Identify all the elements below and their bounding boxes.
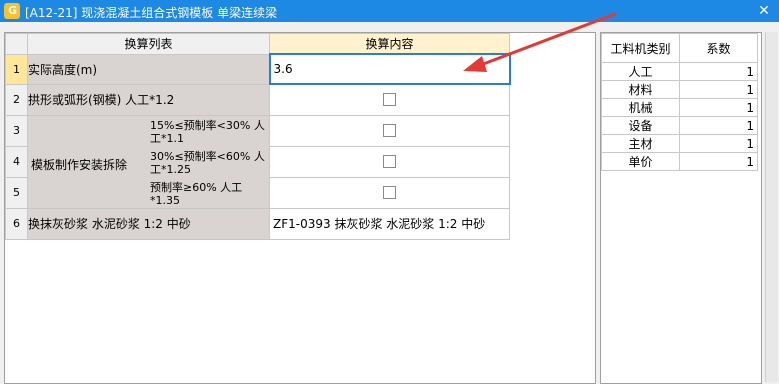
arch-checkbox-cell[interactable]: [269, 83, 510, 116]
prefab-rate-60-line2: *1.35: [150, 193, 180, 207]
row-number[interactable]: 3: [5, 114, 28, 147]
mortar-replacement-value[interactable]: ZF1-0393 抹灰砂浆 水泥砂浆 1:2 中砂: [271, 217, 485, 231]
app-logo-icon: G: [4, 3, 20, 19]
formwork-group-label: 模板制作安装拆除: [31, 157, 128, 172]
conversion-name: 实际高度(m): [27, 53, 270, 85]
category-cell: 单价: [601, 152, 680, 171]
prefab-15-checkbox[interactable]: [383, 124, 396, 137]
row-number[interactable]: 2: [5, 83, 28, 116]
row-number[interactable]: 1: [5, 53, 28, 85]
coefficient-value[interactable]: 1: [679, 134, 758, 153]
row-number[interactable]: 5: [5, 176, 28, 209]
prefab-rate-15-line2: 工*1.1: [150, 131, 184, 145]
formwork-group-cell: 模板制作安装拆除 15%≤预制率<30% 人 工*1.1 30%≤预制率<60%…: [27, 114, 270, 209]
actual-height-value[interactable]: 3.6: [272, 62, 293, 76]
close-button[interactable]: ✕: [755, 2, 773, 20]
row-number-header: [5, 33, 28, 55]
prefab-15-checkbox-cell[interactable]: [269, 114, 510, 147]
coefficient-value[interactable]: 1: [679, 98, 758, 117]
category-header[interactable]: 工料机类别: [601, 33, 680, 63]
conversion-content-header[interactable]: 换算内容: [269, 33, 510, 55]
conversion-list-header[interactable]: 换算列表: [27, 33, 270, 55]
coefficient-value[interactable]: 1: [679, 116, 758, 135]
arch-checkbox[interactable]: [383, 93, 396, 107]
prefab-rate-30-label: 30%≤预制率<60% 人 工*1.25: [150, 150, 265, 176]
vertical-scrollbar[interactable]: [765, 32, 778, 382]
title-bar: G [A12-21] 现浇混凝土组合式钢模板 单梁连续梁 ✕: [0, 0, 779, 22]
coefficient-value[interactable]: 1: [679, 62, 758, 81]
conversion-name: 换抹灰砂浆 水泥砂浆 1:2 中砂: [27, 207, 270, 240]
coefficient-table: 工料机类别 系数 人工 1 材料 1 机械 1 设备 1 主材 1 单价 1: [601, 33, 758, 171]
conversion-panel: 换算列表 换算内容 1 实际高度(m) 3.6 2 拱形或弧形(钢模) 人工*1…: [4, 32, 596, 384]
category-cell: 机械: [601, 98, 680, 117]
prefab-30-checkbox-cell[interactable]: [269, 145, 510, 178]
prefab-rate-30-line1: 30%≤预制率<60% 人: [150, 149, 265, 163]
coefficient-panel: 工料机类别 系数 人工 1 材料 1 机械 1 设备 1 主材 1 单价 1: [600, 32, 762, 384]
category-cell: 材料: [601, 80, 680, 99]
conversion-table: 换算列表 换算内容 1 实际高度(m) 3.6 2 拱形或弧形(钢模) 人工*1…: [5, 33, 511, 240]
mortar-replacement-cell[interactable]: ZF1-0393 抹灰砂浆 水泥砂浆 1:2 中砂: [269, 207, 510, 240]
coefficient-value[interactable]: 1: [679, 80, 758, 99]
prefab-30-checkbox[interactable]: [383, 155, 396, 168]
window-title: [A12-21] 现浇混凝土组合式钢模板 单梁连续梁: [25, 6, 278, 20]
conversion-name: 拱形或弧形(钢模) 人工*1.2: [27, 83, 270, 116]
category-cell: 设备: [601, 116, 680, 135]
prefab-60-checkbox[interactable]: [383, 186, 396, 199]
coefficient-value[interactable]: 1: [679, 152, 758, 171]
prefab-rate-60-label: 预制率≥60% 人工 *1.35: [150, 181, 242, 207]
category-cell: 人工: [601, 62, 680, 81]
prefab-60-checkbox-cell[interactable]: [269, 176, 510, 209]
row-number[interactable]: 4: [5, 145, 28, 178]
actual-height-input[interactable]: 3.6: [268, 53, 511, 85]
prefab-rate-15-label: 15%≤预制率<30% 人 工*1.1: [150, 119, 265, 145]
prefab-rate-60-line1: 预制率≥60% 人工: [150, 180, 243, 194]
row-number[interactable]: 6: [5, 207, 28, 240]
prefab-rate-30-line2: 工*1.25: [150, 162, 191, 176]
prefab-rate-15-line1: 15%≤预制率<30% 人: [150, 118, 265, 132]
coefficient-header[interactable]: 系数: [679, 33, 758, 63]
category-cell: 主材: [601, 134, 680, 153]
